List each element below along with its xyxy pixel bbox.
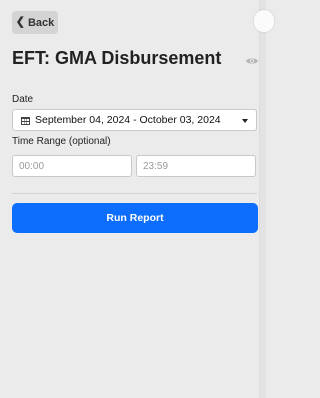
back-button[interactable]: ❮ Back [12, 11, 58, 34]
chevron-left-icon: ❮ [15, 16, 25, 28]
divider [12, 193, 257, 194]
panel-toggle-tab[interactable] [254, 10, 274, 32]
time-range-label: Time Range (optional) [12, 136, 111, 147]
caret-down-icon [242, 119, 248, 123]
date-range-select[interactable]: September 04, 2024 - October 03, 2024 [12, 109, 257, 131]
report-panel: ❮ Back EFT: GMA Disbursement Date Septem… [0, 0, 274, 398]
page-title: EFT: GMA Disbursement [12, 48, 222, 68]
run-report-button[interactable]: Run Report [12, 203, 258, 233]
end-time-input[interactable] [136, 155, 256, 177]
date-range-value: September 04, 2024 - October 03, 2024 [35, 114, 221, 126]
eye-icon[interactable] [245, 56, 259, 66]
panel-edge [259, 0, 266, 398]
start-time-input[interactable] [12, 155, 132, 177]
date-label: Date [12, 94, 34, 105]
calendar-icon [21, 116, 30, 125]
back-button-label: Back [27, 16, 55, 29]
